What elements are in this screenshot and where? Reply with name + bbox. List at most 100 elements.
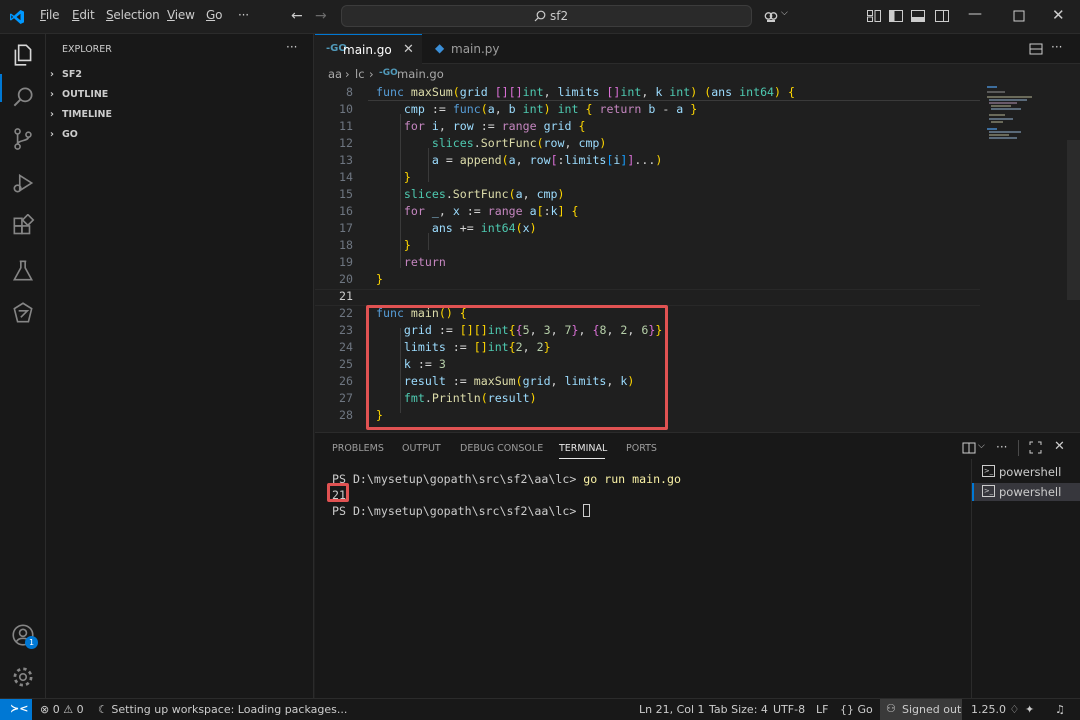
- chevron-right-icon: ›: [345, 67, 350, 81]
- source-control-icon[interactable]: [10, 126, 36, 152]
- breadcrumb-lc[interactable]: lc: [355, 67, 365, 81]
- extensions-icon[interactable]: [10, 214, 36, 240]
- line-number: 16: [339, 204, 353, 218]
- cursor-position[interactable]: Ln 21, Col 1: [639, 703, 705, 716]
- menu-go[interactable]: Go: [206, 8, 222, 22]
- section-outline[interactable]: › OUTLINE: [46, 86, 314, 104]
- back-arrow-icon[interactable]: ←: [291, 8, 303, 24]
- menu-file[interactable]: File: [40, 8, 60, 22]
- split-terminal-icon[interactable]: [962, 441, 976, 455]
- chevron-right-icon: ›: [369, 67, 374, 81]
- tab-size[interactable]: Tab Size: 4: [709, 703, 768, 716]
- line-number: 17: [339, 221, 353, 235]
- close-window-icon[interactable]: ✕: [1052, 6, 1065, 24]
- line-number: 11: [339, 119, 353, 133]
- line-number: 21: [339, 289, 353, 303]
- terminal-list-item-active[interactable]: >_ powershell: [972, 483, 1080, 501]
- explorer-icon[interactable]: [10, 42, 36, 68]
- minimap-line: [989, 134, 1009, 136]
- copilot-icon: ⚇: [886, 702, 896, 715]
- breadcrumb: aa › lc › -GO main.go: [315, 64, 1080, 84]
- activity-bar: 1: [0, 34, 46, 698]
- run-and-debug-icon[interactable]: [10, 170, 36, 196]
- warning-icon: ⚠: [63, 703, 74, 716]
- panel-tab-ports[interactable]: PORTS: [626, 443, 657, 454]
- terminal-line-1: PS D:\mysetup\gopath\src\sf2\aa\lc> go r…: [332, 472, 682, 486]
- end-of-line[interactable]: LF: [816, 703, 828, 716]
- remote-indicator[interactable]: ≻<: [0, 699, 32, 720]
- panel-more-button[interactable]: ···: [996, 440, 1007, 454]
- chevron-down-icon[interactable]: ⌵: [978, 441, 985, 451]
- error-icon: ⊗: [40, 703, 50, 716]
- remote-explorer-icon[interactable]: [10, 300, 36, 326]
- line-number: 12: [339, 136, 353, 150]
- line-number: 18: [339, 238, 353, 252]
- notifications-bell-icon[interactable]: ♫: [1055, 703, 1065, 716]
- menu-more[interactable]: ···: [238, 8, 249, 22]
- terminal-cursor: [583, 504, 591, 517]
- code-line: 8 func maxSum(grid [][]int, limits []int,…: [315, 84, 975, 101]
- forward-arrow-icon[interactable]: →: [315, 8, 327, 24]
- menu-view[interactable]: View: [167, 8, 195, 22]
- panel-tab-debug-console[interactable]: DEBUG CONSOLE: [460, 443, 543, 454]
- maximize-icon[interactable]: [1011, 8, 1027, 24]
- testing-flask-icon[interactable]: [10, 258, 36, 284]
- toggle-panel-icon[interactable]: [910, 8, 926, 24]
- terminal-list-item[interactable]: >_ powershell: [972, 463, 1080, 481]
- copilot-icon[interactable]: [763, 8, 779, 24]
- section-timeline[interactable]: › TIMELINE: [46, 106, 314, 124]
- code-text: }: [376, 272, 383, 286]
- status-bar: ≻< ⊗ 0 ⚠ 0 ☾ Setting up workspace: Loadi…: [0, 698, 1080, 720]
- code-text: slices.SortFunc(row, cmp): [431, 136, 607, 150]
- search-view-icon[interactable]: [10, 84, 36, 110]
- minimap-line: [989, 102, 1017, 104]
- toggle-secondary-sidebar-icon[interactable]: [934, 8, 950, 24]
- manage-gear-icon[interactable]: [10, 664, 36, 690]
- problems-indicator[interactable]: ⊗ 0 ⚠ 0: [40, 703, 84, 716]
- vscode-logo-icon: [10, 10, 24, 24]
- line-number: 8: [346, 85, 353, 99]
- code-line: 14 }: [315, 169, 975, 186]
- menu-edit[interactable]: Edit: [72, 8, 95, 22]
- maximize-panel-icon[interactable]: [1029, 441, 1042, 454]
- remote-tunnel-icon[interactable]: ✦: [1025, 703, 1034, 716]
- code-line: 20}: [315, 271, 975, 288]
- close-tab-icon[interactable]: ✕: [403, 42, 414, 57]
- split-editor-icon[interactable]: [1029, 42, 1043, 56]
- minimize-icon[interactable]: —: [968, 6, 982, 22]
- code-text: for _, x := range a[:k] {: [403, 204, 579, 218]
- minimap-line: [987, 128, 997, 130]
- code-line: 18 }: [315, 237, 975, 254]
- code-line: 13 a = append(a, row[:limits[i]]...): [315, 152, 975, 169]
- minimap-line: [991, 108, 1021, 110]
- go-version[interactable]: 1.25.0 ♢: [971, 703, 1019, 716]
- minimap-line: [989, 99, 1027, 101]
- copilot-status[interactable]: ⚇ Signed out: [880, 699, 962, 720]
- panel-tab-output[interactable]: OUTPUT: [402, 443, 441, 454]
- section-sf2[interactable]: › SF2: [46, 66, 314, 84]
- chevron-down-icon[interactable]: ⌵: [781, 8, 788, 18]
- minimap-line: [989, 137, 1017, 139]
- panel-tab-terminal[interactable]: TERMINAL: [559, 443, 607, 454]
- section-go[interactable]: › GO: [46, 126, 314, 144]
- editor-scrollbar[interactable]: [1067, 140, 1080, 300]
- sidebar-more-button[interactable]: ···: [286, 40, 297, 54]
- breadcrumb-main-go[interactable]: main.go: [397, 67, 444, 81]
- customize-layout-icon[interactable]: [866, 8, 882, 24]
- close-panel-icon[interactable]: ✕: [1054, 439, 1065, 454]
- toggle-primary-sidebar-icon[interactable]: [888, 8, 904, 24]
- menu-selection[interactable]: Selection: [106, 8, 160, 22]
- tab-main-py[interactable]: ◆ main.py: [423, 34, 523, 64]
- language-mode[interactable]: {} Go: [840, 703, 873, 716]
- explorer-sidebar: EXPLORER ··· › SF2 › OUTLINE › TIMELINE …: [46, 34, 314, 698]
- editor-tab-bar: -GO main.go ✕ ◆ main.py ···: [315, 34, 1080, 64]
- panel-tab-problems[interactable]: PROBLEMS: [332, 443, 384, 454]
- breadcrumb-aa[interactable]: aa: [328, 67, 342, 81]
- minimap[interactable]: [980, 84, 1080, 432]
- encoding[interactable]: UTF-8: [773, 703, 805, 716]
- pin-icon: ♢: [1009, 703, 1020, 716]
- line-number: 22: [339, 306, 353, 320]
- editor-more-button[interactable]: ···: [1051, 40, 1062, 54]
- tab-main-go[interactable]: -GO main.go ✕: [315, 34, 422, 64]
- command-center-search[interactable]: sf2: [341, 5, 752, 27]
